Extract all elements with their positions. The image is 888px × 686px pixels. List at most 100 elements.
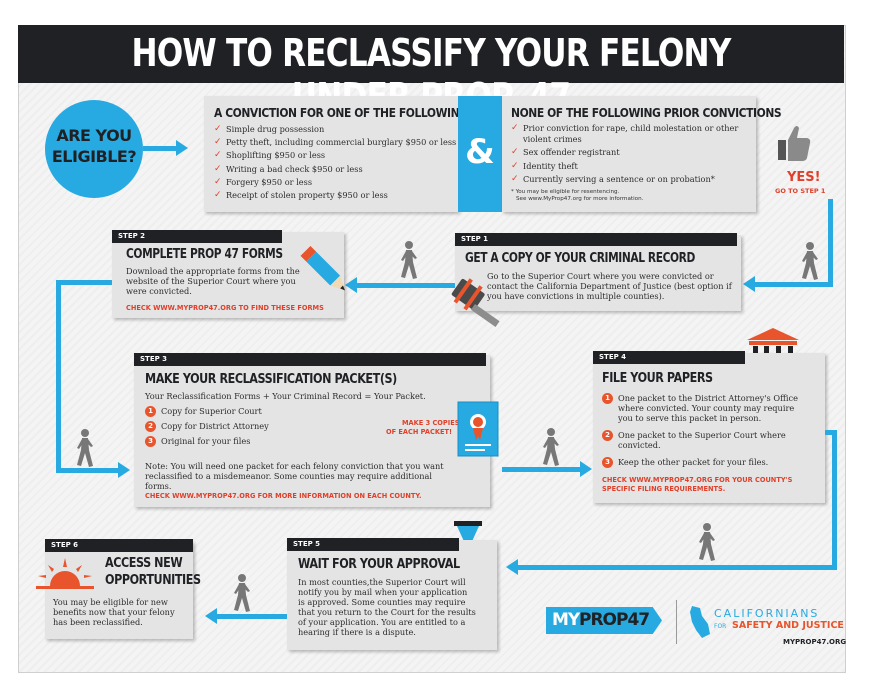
logo-prop: PROP47 [579,610,650,630]
logo-divider [676,600,677,644]
step4-link[interactable]: CHECK WWW.MYPROP47.ORG FOR YOUR COUNTY'S… [602,476,817,494]
step1-tab: STEP 1 [455,233,737,246]
step4-heading: FILE YOUR PAPERS [602,371,713,386]
arrow-step4-stub [825,430,837,435]
step3-link[interactable]: CHECK WWW.MYPROP47.ORG FOR MORE INFORMAT… [145,492,422,500]
arrow-to-step1 [755,282,833,287]
step-number-badge: 1 [145,406,156,417]
arrow-left-vertical [56,280,61,472]
list-item-text: Copy for Superior Court [161,406,262,416]
step3-list: 1 Copy for Superior Court 2 Copy for Distri… [145,406,269,451]
eligible-line2: ELIGIBLE? [51,147,137,166]
title-bar: HOW TO RECLASSIFY YOUR FELONY UNDER PROP… [18,25,844,119]
list-item: ✓ Receipt of stolen property $950 or less [214,189,459,202]
list-item: ✓ Simple drug possession [214,123,459,136]
arrow-yes-down [828,199,833,287]
step1-body: Go to the Superior Court where you were … [487,271,732,301]
arrowhead [205,608,217,624]
list-item: ✓ Forgery $950 or less [214,176,459,189]
list-item-text: Writing a bad check $950 or less [226,163,363,174]
step-number-badge: 2 [602,430,613,441]
list-item-text: Copy for District Attorney [161,421,269,431]
walking-person-icon [401,241,417,279]
conviction-list: ✓ Simple drug possession ✓ Petty theft, inc… [214,123,459,202]
checkmark-icon: ✓ [511,174,519,184]
step5-tab: STEP 5 [287,538,459,551]
gavel-icon [451,278,500,327]
logo-my: MY [552,610,580,630]
none-prior-box: NONE OF THE FOLLOWING PRIOR CONVICTIONS … [502,96,782,212]
list-item: 1 Copy for Superior Court [145,406,269,417]
step2-link[interactable]: CHECK WWW.MYPROP47.ORG TO FIND THESE FOR… [126,304,324,312]
checkmark-icon: ✓ [511,123,519,133]
list-item: 2 One packet to the Superior Court where … [602,430,808,450]
step3-callout1: MAKE 3 COPIES [402,419,460,427]
step3-callout2: OF EACH PACKET! [386,428,452,436]
list-item-text: Original for your files [161,436,251,446]
arrow-step1-step2 [357,283,455,288]
step3-heading: MAKE YOUR RECLASSIFICATION PACKET(S) [145,372,397,387]
step4-box: STEP 4 FILE YOUR PAPERS 1 One packet to t… [593,351,825,503]
list-item-text: One packet to the District Attorney's Of… [618,393,798,423]
step3-tab: STEP 3 [134,353,486,366]
arrowhead [176,140,188,156]
list-item: ✓ Sex offender registrant [511,147,739,158]
sunrise-icon [36,558,94,589]
arrowhead [580,461,592,477]
list-item-text: Receipt of stolen property $950 or less [226,190,388,201]
list-item-text: Shoplifting $950 or less [226,150,326,161]
step2-tab: STEP 2 [112,230,282,243]
list-item-text: Simple drug possession [226,124,325,134]
ampersand: & [465,132,495,172]
conviction-box: A CONVICTION FOR ONE OF THE FOLLOWING ✓ S… [204,96,468,212]
walking-person-icon [699,523,715,561]
step1-heading: GET A COPY OF YOUR CRIMINAL RECORD [465,251,695,266]
checkmark-icon: ✓ [511,147,519,157]
walking-person-icon [802,242,818,280]
list-item: ✓ Petty theft, including commercial burgl… [214,136,459,149]
list-item: ✓ Writing a bad check $950 or less [214,163,459,176]
document-seal-icon [457,401,499,457]
step5-heading: WAIT FOR YOUR APPROVAL [298,557,460,572]
pencil-icon [300,245,346,291]
list-item: 1 One packet to the District Attorney's O… [602,393,808,423]
step2-heading: COMPLETE PROP 47 FORMS [126,247,283,262]
arrow-step2-down [56,280,112,285]
walking-person-icon [77,429,93,467]
list-item-text: Prior conviction for rape, child molesta… [523,123,739,144]
checkmark-icon: ✓ [214,190,222,201]
checkmark-icon: ✓ [214,163,222,174]
checkmark-icon: ✓ [511,160,519,171]
checkmark-icon: ✓ [214,150,222,161]
walking-person-icon [543,428,559,466]
none-prior-heading: NONE OF THE FOLLOWING PRIOR CONVICTIONS [511,105,782,120]
arrowhead [743,276,755,292]
cfsj-logo-icon [690,606,710,638]
thumbs-up-icon [778,126,811,161]
go-to-step1-label: GO TO STEP 1 [775,187,826,195]
list-item-text: Keep the other packet for your files. [618,457,769,467]
checkmark-icon: ✓ [214,176,222,187]
step3-intro: Your Reclassification Forms + Your Crimi… [145,391,426,401]
step-number-badge: 3 [145,436,156,447]
step-number-badge: 2 [145,421,156,432]
ampersand-panel: & [458,96,502,212]
step3-note: Note: You will need one packet for each … [145,461,444,491]
list-item: 2 Copy for District Attorney [145,421,269,432]
list-item: ✓ Shoplifting $950 or less [214,149,459,162]
list-item: ✓ Identity theft [511,161,739,172]
list-item-text: Forgery $950 or less [226,176,313,187]
arrow-step4-bottom [518,565,837,570]
cfsj-line1: CALIFORNIANS [714,607,820,620]
none-prior-note2: See www.MyProp47.org for more informatio… [516,196,644,202]
myprop47-logo: MY PROP47 [546,607,662,634]
step5-body: In most counties,the Superior Court will… [298,577,476,637]
step2-body: Download the appropriate forms from the … [126,266,300,296]
list-item-text: One packet to the Superior Court where c… [618,430,786,450]
cfsj-url[interactable]: MYPROP47.ORG [783,638,846,646]
list-item: ✓ Currently serving a sentence or on prob… [511,174,739,185]
conviction-heading: A CONVICTION FOR ONE OF THE FOLLOWING [214,105,468,120]
step6-body: You may be eligible for new benefits now… [53,597,175,627]
list-item: 3 Keep the other packet for your files. [602,457,808,468]
list-item: 3 Original for your files [145,436,269,447]
